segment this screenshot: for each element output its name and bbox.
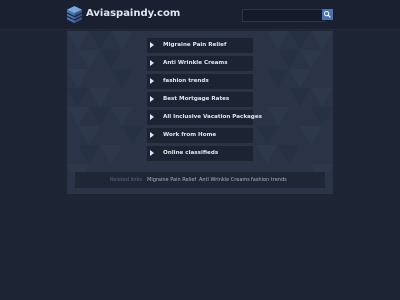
- arrow-right-icon: [150, 132, 154, 138]
- arrow-right-icon: [150, 78, 154, 84]
- link-label[interactable]: Anti Wrinkle Creams: [163, 56, 228, 71]
- related-links-bar: Related links Migraine Pain Relief Anti …: [75, 172, 325, 188]
- search-button[interactable]: [322, 9, 333, 20]
- related-link[interactable]: Anti Wrinkle Creams: [199, 172, 250, 188]
- link-item[interactable]: Online classifieds: [147, 146, 253, 161]
- related-link[interactable]: fashion trends: [251, 172, 287, 188]
- link-item[interactable]: Best Mortgage Rates: [147, 92, 253, 107]
- link-item[interactable]: All Inclusive Vacation Packages: [147, 110, 262, 125]
- link-label[interactable]: Best Mortgage Rates: [163, 92, 229, 107]
- related-link[interactable]: Migraine Pain Relief: [147, 172, 196, 188]
- search-icon: [324, 11, 331, 18]
- link-label[interactable]: All Inclusive Vacation Packages: [163, 110, 262, 125]
- link-label[interactable]: Online classifieds: [163, 146, 218, 161]
- main-panel: Migraine Pain Relief Anti Wrinkle Creams…: [67, 31, 333, 194]
- cube-stack-icon[interactable]: [67, 6, 82, 23]
- link-label[interactable]: Work from Home: [163, 128, 216, 143]
- link-item[interactable]: fashion trends: [147, 74, 253, 89]
- arrow-right-icon: [150, 114, 154, 120]
- arrow-right-icon: [150, 60, 154, 66]
- header: Aviaspaindy.com: [0, 0, 400, 30]
- links-list: Migraine Pain Relief Anti Wrinkle Creams…: [147, 38, 262, 164]
- link-label[interactable]: Migraine Pain Relief: [163, 38, 226, 53]
- related-links-title: Related links: [110, 177, 143, 183]
- page: Aviaspaindy.com Migraine Pain Relief Ant…: [0, 0, 400, 300]
- link-item[interactable]: Anti Wrinkle Creams: [147, 56, 253, 71]
- arrow-right-icon: [150, 150, 154, 156]
- link-item[interactable]: Migraine Pain Relief: [147, 38, 253, 53]
- arrow-right-icon: [150, 96, 154, 102]
- link-item[interactable]: Work from Home: [147, 128, 253, 143]
- arrow-right-icon: [150, 42, 154, 48]
- site-name[interactable]: Aviaspaindy.com: [86, 7, 180, 21]
- link-label[interactable]: fashion trends: [163, 74, 209, 89]
- search-input[interactable]: [242, 9, 325, 22]
